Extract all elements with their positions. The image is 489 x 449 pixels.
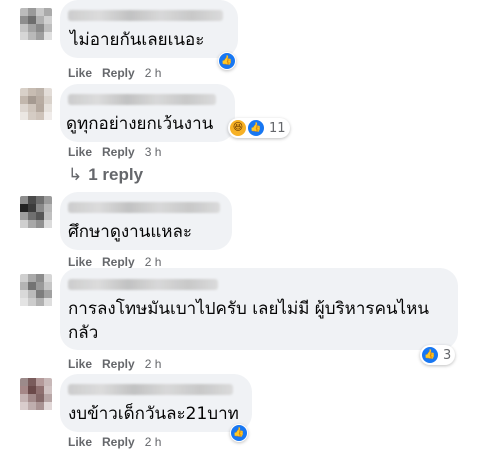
comment-bubble: งบข้าวเด็กวันละ21บาท [60,374,252,432]
comment-bubble: การลงโทษมันเบาไปครับ เลยไม่มี ผู้บริหารค… [60,268,458,350]
comment-actions: Like Reply 2 h [68,255,161,269]
author-name[interactable] [68,202,220,213]
laughing-face-icon: 😆 [230,120,246,136]
replies-count-label: 1 reply [88,165,144,184]
comment-text-line-1: การลงโทษมันเบาไปครับ เลยไม่มี ผู้บริหารค… [68,299,429,319]
comment-text: งบข้าวเด็กวันละ21บาท [68,404,239,424]
thumbs-up-icon: 👍 [219,53,235,69]
comment-bubble: ศึกษาดูงานแหละ [60,192,232,250]
reply-arrow-icon: ↳ [68,165,83,184]
reaction-summary[interactable]: 👍 [230,424,248,442]
reaction-count: 3 [443,347,452,363]
comment-bubble: ไม่อายกันเลยเนอะ [60,0,238,58]
thumbs-up-icon: 👍 [248,120,264,136]
view-replies-link[interactable]: ↳ 1 reply [68,165,143,185]
reply-button[interactable]: Reply [102,357,135,371]
like-button[interactable]: Like [68,145,92,159]
reply-button[interactable]: Reply [102,435,135,449]
reaction-summary[interactable]: 👍 [218,52,236,70]
avatar[interactable] [20,378,52,412]
avatar[interactable] [20,8,52,42]
author-name[interactable] [68,94,216,105]
comment-text: ศึกษาดูงานแหละ [68,222,193,242]
author-name[interactable] [68,384,233,395]
comment-actions: Like Reply 2 h [68,435,161,449]
timestamp[interactable]: 2 h [145,255,162,269]
comment-actions: Like Reply 2 h [68,357,161,371]
comment-bubble: ดูทุกอย่างยกเว้นงาน [60,84,235,142]
author-name[interactable] [68,10,223,21]
reply-button[interactable]: Reply [102,255,135,269]
reply-button[interactable]: Reply [102,66,135,80]
avatar[interactable] [20,274,52,308]
reply-button[interactable]: Reply [102,145,135,159]
comment-actions: Like Reply 2 h [68,66,161,80]
thumbs-up-icon: 👍 [231,425,247,441]
reaction-summary[interactable]: 👍 3 [420,345,456,365]
timestamp[interactable]: 2 h [145,66,162,80]
thumbs-up-icon: 👍 [422,347,438,363]
timestamp[interactable]: 2 h [145,435,162,449]
author-name[interactable] [68,279,218,290]
like-button[interactable]: Like [68,255,92,269]
comment-text: ดูทุกอย่างยกเว้นงาน [66,114,214,134]
timestamp[interactable]: 3 h [145,145,162,159]
comment-actions: Like Reply 3 h [68,145,161,159]
like-button[interactable]: Like [68,357,92,371]
reaction-count: 11 [269,120,286,136]
reaction-summary[interactable]: 😆 👍 11 [228,118,290,138]
comment-text-line-2: กลัว [68,323,99,343]
like-button[interactable]: Like [68,435,92,449]
timestamp[interactable]: 2 h [145,357,162,371]
like-button[interactable]: Like [68,66,92,80]
avatar[interactable] [20,196,52,230]
comment-text: ไม่อายกันเลยเนอะ [70,30,205,50]
avatar[interactable] [20,88,52,122]
